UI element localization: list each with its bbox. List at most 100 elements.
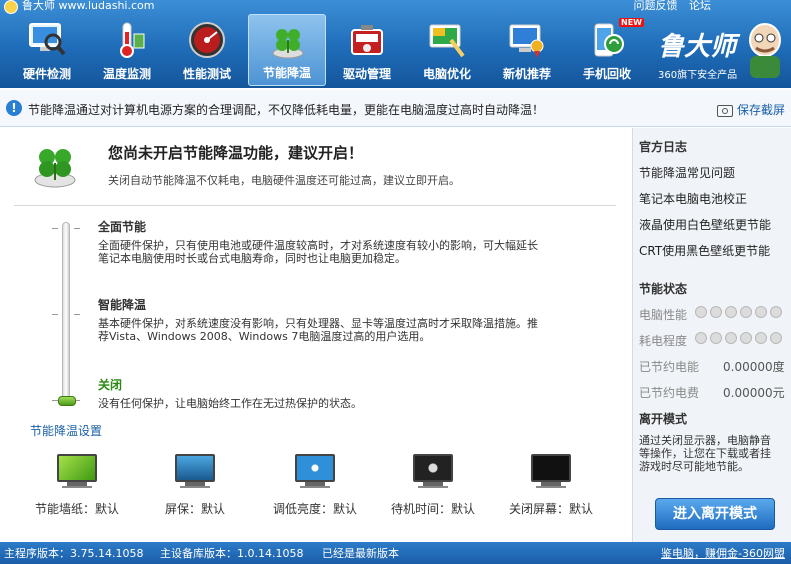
app-title: 鲁大师 www.ludashi.com (22, 0, 155, 12)
leave-mode-description-line: 等操作，让您在下载或者挂 (639, 447, 771, 460)
rating-dot (770, 306, 782, 318)
mode-option-full-saving[interactable]: 全面节能 全面硬件保护，只有使用电池或硬件温度较高时，才对系统速度有较小的影响，… (98, 218, 598, 265)
mode-slider-track[interactable] (62, 222, 70, 406)
info-icon: ! (6, 100, 22, 116)
rating-dot (725, 306, 737, 318)
save-screenshot-button[interactable]: 保存截屏 (716, 101, 785, 118)
nav-label: 硬件检测 (22, 67, 71, 81)
nav-item-pc-optimize[interactable]: 电脑优化 (408, 14, 486, 86)
forum-link[interactable]: 论坛 (689, 0, 711, 12)
sidebar-link-lcd-white-wallpaper[interactable]: 液晶使用白色壁纸更节能 (639, 216, 771, 233)
sidebar-link-faq[interactable]: 节能降温常见问题 (639, 164, 735, 181)
page-title: 您尚未开启节能降温功能，建议开启！ (108, 144, 364, 162)
standby-option[interactable]: 待机时间：默认 (378, 454, 488, 517)
mode-description-line: 全面硬件保护，只有使用电池或硬件温度较高时，才对系统速度有较小的影响，可大幅延长 (98, 239, 538, 252)
title-bar: 鲁大师 www.ludashi.com 问题反馈 论坛 (0, 0, 791, 14)
nav-item-energy-saving[interactable]: 节能降温 (248, 14, 326, 86)
monitor-magnifier-icon (29, 23, 66, 56)
performance-dots (695, 306, 785, 318)
energy-settings-link[interactable]: 节能降温设置 (30, 422, 102, 439)
right-sidebar: 官方日志 节能降温常见问题 笔记本电脑电池校正 液晶使用白色壁纸更节能 CRT使… (632, 128, 791, 542)
mode-description: 全面硬件保护，只有使用电池或硬件温度较高时，才对系统速度有较小的影响，可大幅延长… (98, 239, 598, 265)
mode-title: 全面节能 (98, 220, 147, 234)
nav-label: 驱动管理 (342, 67, 391, 81)
nav-item-new-pc-recommend[interactable]: 新机推荐 (488, 14, 566, 86)
performance-rating: 电脑性能 (639, 306, 789, 323)
leave-mode-description-line: 通过关闭显示器，电脑静音 (639, 434, 771, 447)
brightness-option-label: 调低亮度：默认 (272, 502, 357, 516)
sidebar-link-battery-calibration[interactable]: 笔记本电脑电池校正 (639, 190, 747, 207)
brightness-option[interactable]: 调低亮度：默认 (260, 454, 370, 517)
leave-mode-heading: 离开模式 (639, 412, 688, 426)
screensaver-option-label: 屏保：默认 (164, 502, 225, 516)
screen-off-option[interactable]: 关闭屏幕：默认 (496, 454, 606, 517)
power-rating: 耗电程度 (639, 332, 789, 349)
monitor-options: 节能墙纸：默认 屏保：默认 调低亮度：默认 待机时间：默认 关闭屏幕：默认 (0, 454, 632, 524)
camera-icon (716, 104, 733, 117)
brand-logo: 鲁大师 360旗下安全产品 (652, 16, 788, 82)
nav-item-performance-test[interactable]: 性能测试 (168, 14, 246, 86)
saved-power-row: 已节约电能 0.00000度 (639, 358, 789, 375)
mode-option-off[interactable]: 关闭 没有任何保护，让电脑始终工作在无过热保护的状态。 (98, 376, 598, 410)
saved-cost-row: 已节约电费 0.00000元 (639, 384, 789, 401)
info-text: 节能降温通过对计算机电源方案的合理调配，不仅降低耗电量，更能在电脑温度过高时自动… (28, 103, 545, 117)
status-bar: 主程序版本：3.75.14.1058 主设备库版本：1.0.14.1058 已经… (0, 542, 791, 564)
mode-description-line: 没有任何保护，让电脑始终工作在无过热保护的状态。 (98, 397, 362, 410)
performance-label: 电脑性能 (639, 308, 688, 322)
mode-title: 智能降温 (98, 298, 147, 312)
official-log-heading: 官方日志 (639, 140, 688, 154)
rating-dot (725, 332, 737, 344)
page-subtitle: 关闭自动节能降温不仅耗电，电脑硬件温度还可能过高，建议立即开启。 (108, 174, 460, 187)
mode-option-smart-cooling[interactable]: 智能降温 基本硬件保护，对系统速度没有影响，只有处理器、显卡等温度过高时才采取降… (98, 296, 598, 343)
mode-description-line: 荐Vista、Windows 2008、Windows 7电脑温度过高的用户选用… (98, 330, 431, 343)
mode-description: 没有任何保护，让电脑始终工作在无过热保护的状态。 (98, 397, 598, 410)
screensaver-option[interactable]: 屏保：默认 (140, 454, 250, 517)
rating-dot (710, 306, 722, 318)
saved-power-label: 已节约电能 (639, 360, 700, 374)
nav-label: 手机回收 (582, 67, 631, 81)
wallpaper-option[interactable]: 节能墙纸：默认 (22, 454, 132, 517)
divider (14, 205, 616, 206)
nav-label: 电脑优化 (422, 67, 471, 81)
wallpaper-monitor-icon (57, 454, 97, 482)
mascot-icon (749, 23, 781, 78)
mode-description-line: 笔记本电脑使用时长或台式电脑寿命，同时也让电脑更加稳定。 (98, 252, 406, 265)
mode-title: 关闭 (98, 378, 123, 392)
power-label: 耗电程度 (639, 334, 688, 348)
save-screenshot-label: 保存截屏 (736, 103, 785, 117)
nav-item-hardware-check[interactable]: 硬件检测 (8, 14, 86, 86)
affiliate-link[interactable]: 鉴电脑，赚佣金-360网盟 (661, 545, 785, 561)
power-dots (695, 332, 785, 344)
monitor-base (180, 486, 210, 488)
rating-dot (755, 332, 767, 344)
enter-leave-mode-button[interactable]: 进入离开模式 (655, 498, 775, 530)
mode-description-line: 基本硬件保护，对系统速度没有影响，只有处理器、显卡等温度过高时才采取降温措施。推 (98, 317, 538, 330)
main-version: 主程序版本：3.75.14.1058 (4, 547, 144, 560)
thermometer-icon (120, 22, 145, 58)
saved-power-value: 0.00000度 (723, 360, 785, 374)
rating-dot (695, 332, 707, 344)
standby-option-label: 待机时间：默认 (390, 502, 475, 516)
nav-label: 温度监测 (102, 67, 151, 81)
mode-slider-handle[interactable] (58, 396, 76, 406)
nav-label: 新机推荐 (502, 67, 551, 81)
app-header: 鲁大师 www.ludashi.com 问题反馈 论坛 硬件检测 温度监测 性能… (0, 0, 791, 88)
leave-mode-description: 通过关闭显示器，电脑静音 等操作，让您在下载或者挂 游戏时尽可能地节能。 (639, 434, 787, 473)
main-panel: 您尚未开启节能降温功能，建议开启！ 关闭自动节能降温不仅耗电，电脑硬件温度还可能… (0, 128, 632, 542)
feedback-link[interactable]: 问题反馈 (634, 0, 678, 12)
screensaver-monitor-icon (175, 454, 215, 482)
monitor-base (536, 486, 566, 488)
screen-brush-icon (429, 24, 465, 58)
update-status: 已经是最新版本 (322, 547, 399, 560)
energy-status-heading: 节能状态 (639, 282, 688, 296)
screen-off-option-label: 关闭屏幕：默认 (508, 502, 593, 516)
monitor-medal-icon (509, 24, 544, 58)
wallpaper-option-label: 节能墙纸：默认 (34, 502, 119, 516)
slider-tick (74, 228, 80, 229)
info-bar: ! 节能降温通过对计算机电源方案的合理调配，不仅降低耗电量，更能在电脑温度过高时… (0, 90, 791, 127)
brand-subtitle: 360旗下安全产品 (658, 70, 738, 81)
nav-item-temperature[interactable]: 温度监测 (88, 14, 166, 86)
nav-item-driver-manager[interactable]: 驱动管理 (328, 14, 406, 86)
nav-item-phone-recycle[interactable]: NEW 手机回收 (568, 14, 646, 86)
sidebar-link-crt-black-wallpaper[interactable]: CRT使用黑色壁纸更节能 (639, 242, 770, 259)
